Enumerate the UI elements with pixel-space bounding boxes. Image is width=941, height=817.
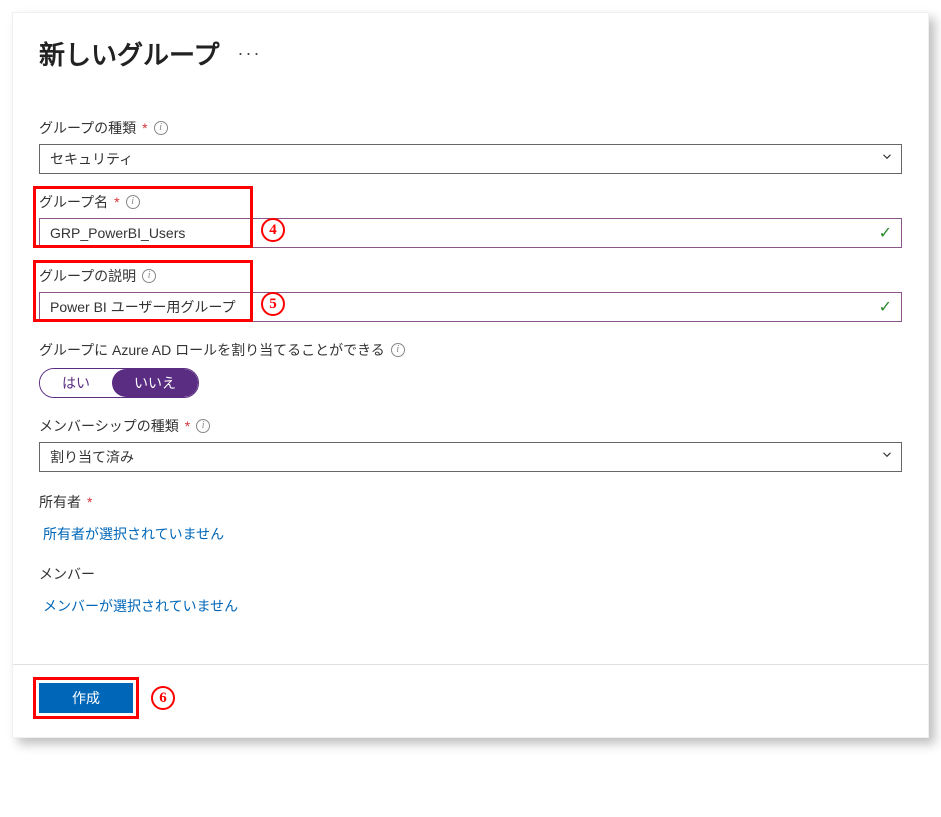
required-mark: * <box>87 494 92 510</box>
membership-type-label: メンバーシップの種類 <box>39 416 179 436</box>
group-desc-value: Power BI ユーザー用グループ <box>50 297 236 317</box>
group-type-field: グループの種類 * i セキュリティ <box>39 118 902 174</box>
aad-roles-label: グループに Azure AD ロールを割り当てることができる <box>39 340 385 360</box>
footer-separator <box>13 664 928 665</box>
toggle-no-button[interactable]: いいえ <box>112 369 198 397</box>
info-icon[interactable]: i <box>126 195 140 209</box>
new-group-panel: 新しいグループ ··· グループの種類 * i セキュリティ グループ名 <box>12 12 929 738</box>
membership-type-field: メンバーシップの種類 * i 割り当て済み <box>39 416 902 472</box>
required-mark: * <box>185 418 190 434</box>
info-icon[interactable]: i <box>142 269 156 283</box>
owners-field: 所有者 * 所有者が選択されていません <box>39 492 902 544</box>
page-title: 新しいグループ <box>39 35 219 72</box>
group-name-value: GRP_PowerBI_Users <box>50 225 185 241</box>
owners-select-link[interactable]: 所有者が選択されていません <box>39 524 224 544</box>
group-type-value: セキュリティ <box>50 149 133 169</box>
required-mark: * <box>114 194 119 210</box>
group-desc-label: グループの説明 <box>39 266 136 286</box>
group-type-select[interactable]: セキュリティ <box>39 144 902 174</box>
toggle-yes-button[interactable]: はい <box>40 369 112 397</box>
more-actions-button[interactable]: ··· <box>237 43 261 64</box>
annotation-badge-6: 6 <box>151 686 175 710</box>
members-field: メンバー メンバーが選択されていません <box>39 564 902 616</box>
required-mark: * <box>142 120 147 136</box>
owners-label: 所有者 <box>39 492 81 512</box>
aad-roles-field: グループに Azure AD ロールを割り当てることができる i はい いいえ <box>39 340 902 398</box>
group-name-field: グループ名 * i GRP_PowerBI_Users ✓ 4 <box>39 192 902 248</box>
info-icon[interactable]: i <box>154 121 168 135</box>
group-desc-input[interactable]: Power BI ユーザー用グループ <box>39 292 902 322</box>
info-icon[interactable]: i <box>196 419 210 433</box>
group-type-label: グループの種類 <box>39 118 136 138</box>
create-button[interactable]: 作成 <box>39 683 133 713</box>
members-select-link[interactable]: メンバーが選択されていません <box>39 596 238 616</box>
group-name-label: グループ名 <box>39 192 108 212</box>
info-icon[interactable]: i <box>391 343 405 357</box>
aad-roles-toggle: はい いいえ <box>39 368 199 398</box>
members-label: メンバー <box>39 564 95 584</box>
group-name-input[interactable]: GRP_PowerBI_Users <box>39 218 902 248</box>
membership-type-value: 割り当て済み <box>50 447 134 467</box>
membership-type-select[interactable]: 割り当て済み <box>39 442 902 472</box>
group-desc-field: グループの説明 i Power BI ユーザー用グループ ✓ 5 <box>39 266 902 322</box>
